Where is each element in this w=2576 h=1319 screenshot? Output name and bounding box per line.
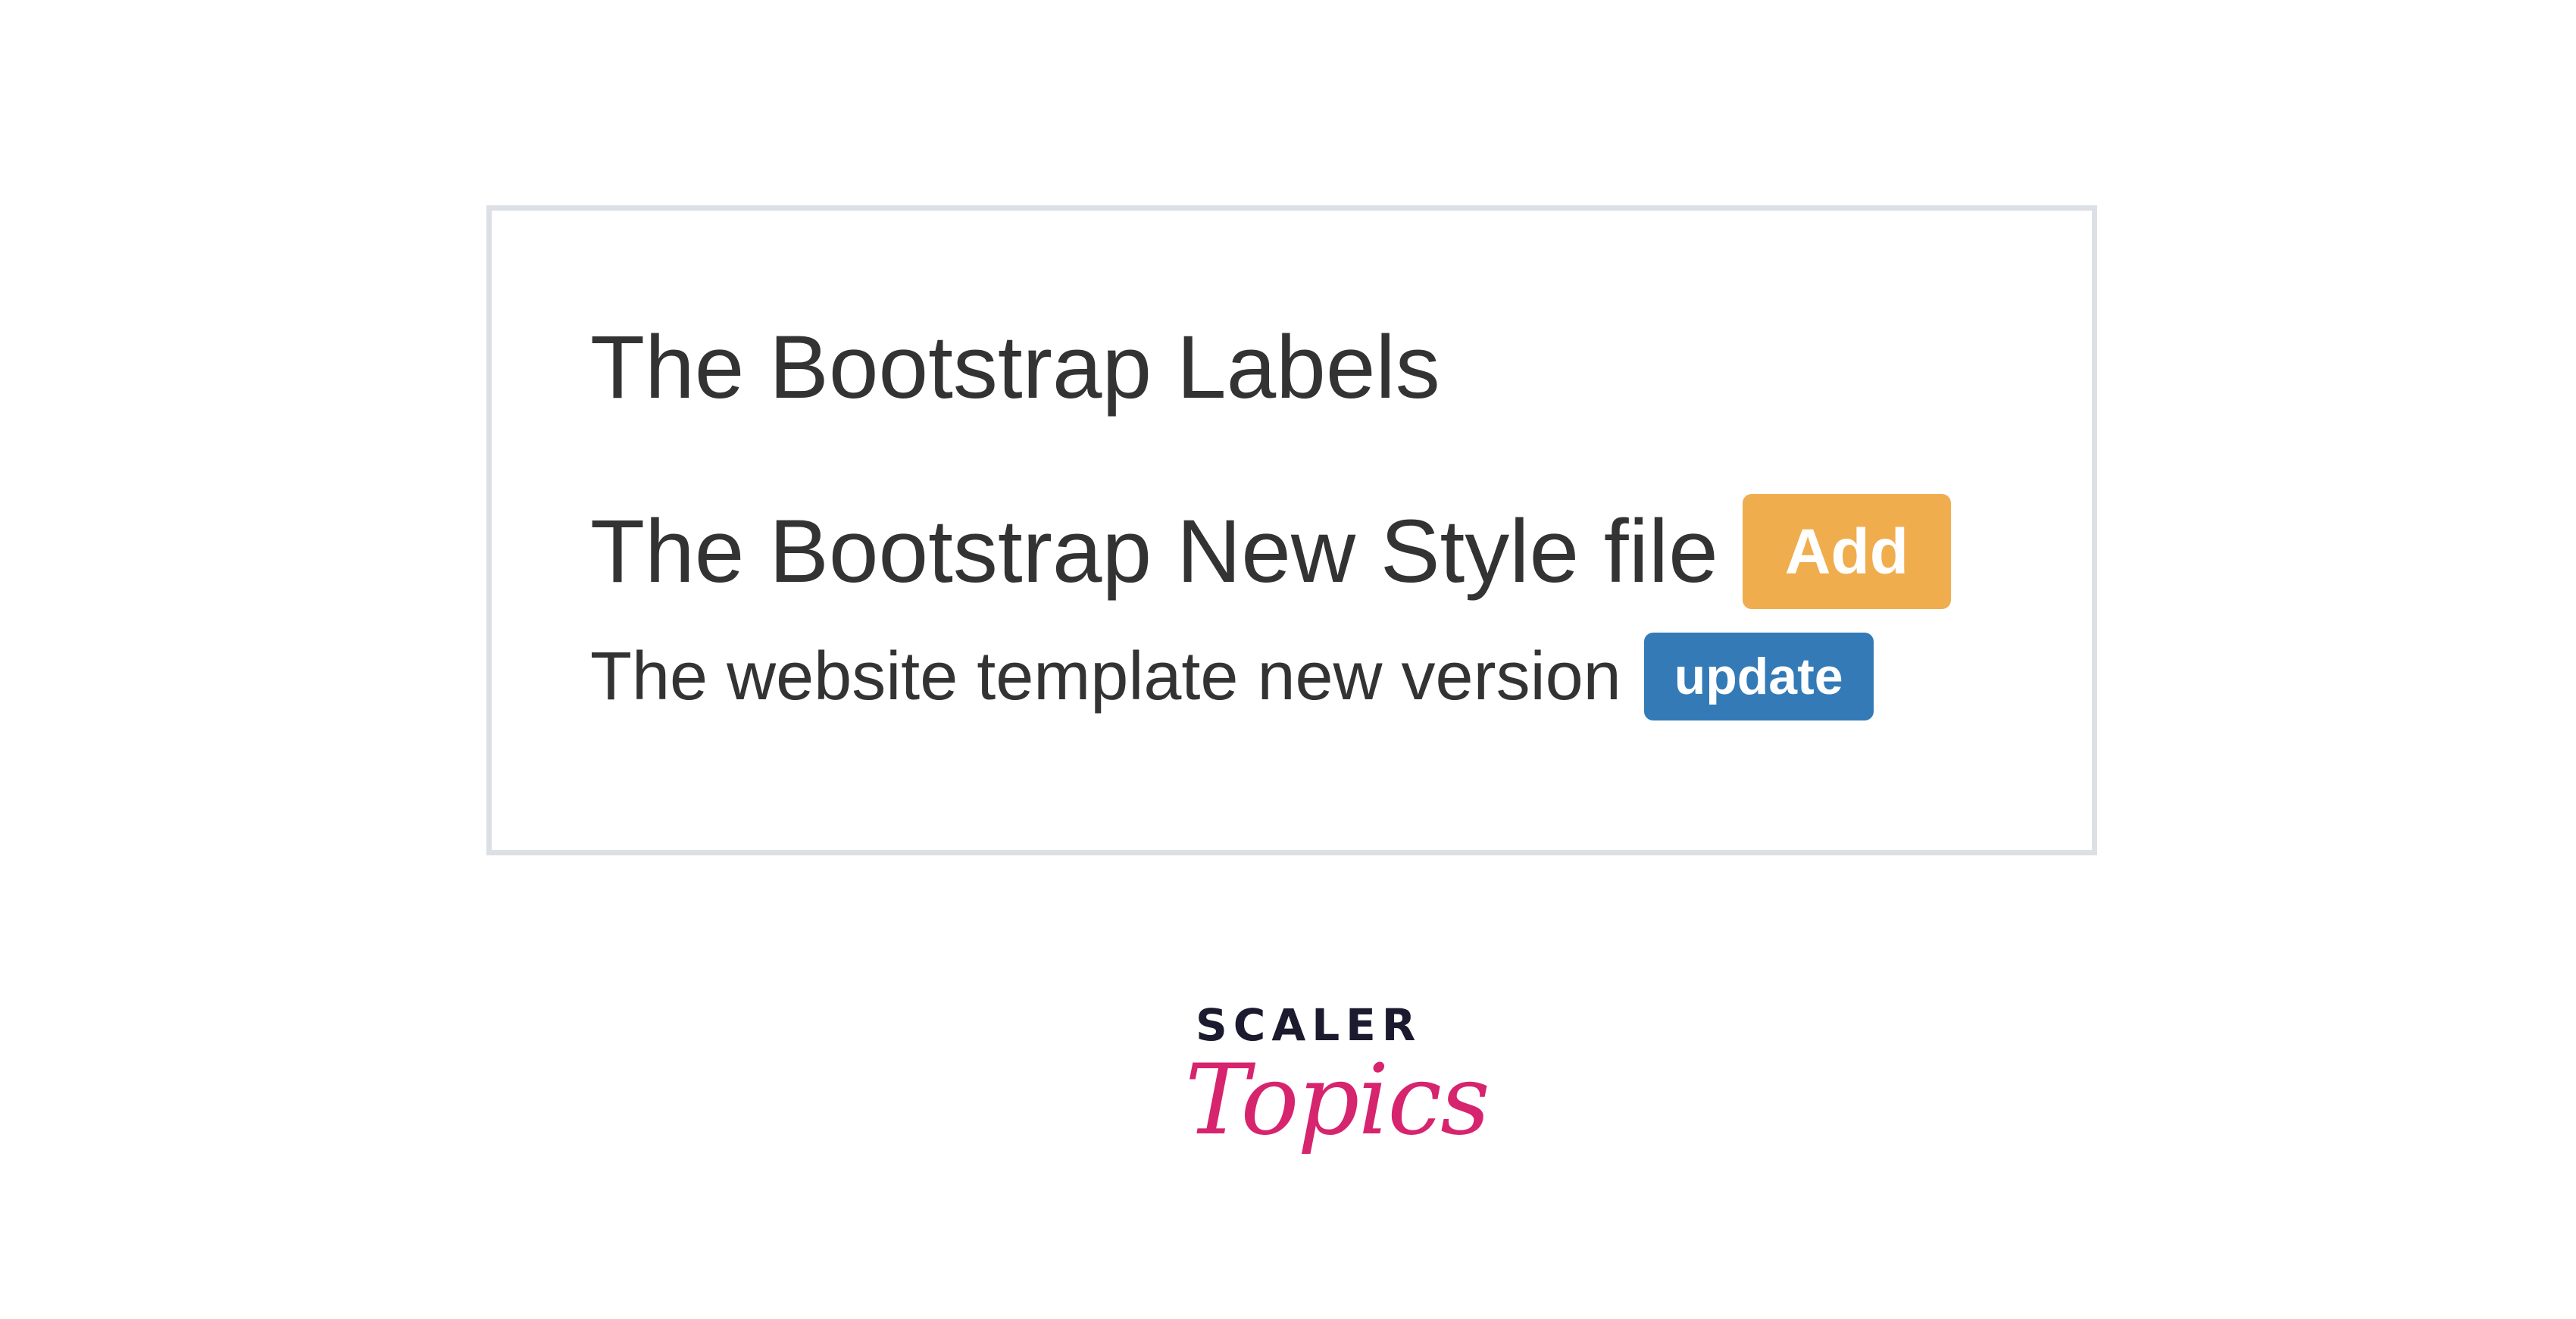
scaler-topics-logo: SCALER Topics xyxy=(1182,999,1490,1188)
demo-output-frame: The Bootstrap Labels The Bootstrap New S… xyxy=(486,205,2097,855)
logo-topics-text: Topics xyxy=(1185,1044,1490,1157)
heading-text: The Bootstrap Labels xyxy=(590,317,1440,417)
heading-bootstrap-labels: The Bootstrap Labels xyxy=(590,311,1440,424)
heading-text: The Bootstrap New Style file xyxy=(590,502,1718,602)
heading-new-style-file: The Bootstrap New Style file Add xyxy=(590,491,1952,612)
update-badge: update xyxy=(1643,633,1874,720)
add-badge: Add xyxy=(1742,494,1952,609)
heading-text: The website template new version xyxy=(590,639,1621,714)
heading-template-version: The website template new version update xyxy=(590,627,1874,726)
